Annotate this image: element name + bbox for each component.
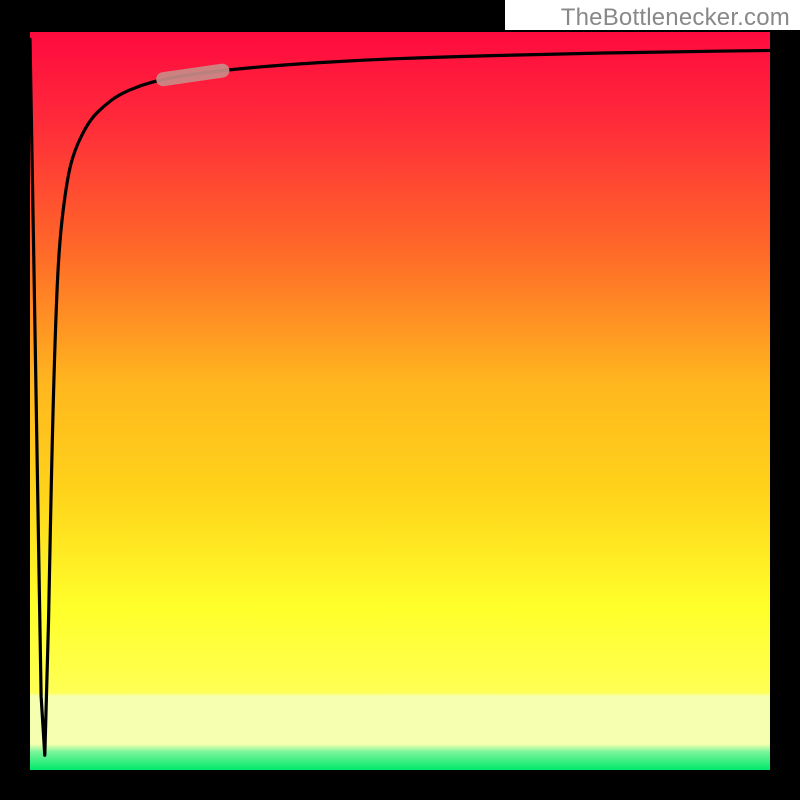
chart-container: TheBottlenecker.com [0, 0, 800, 800]
chart-svg [0, 0, 800, 800]
frame-bottom [0, 770, 800, 800]
frame-left [0, 0, 30, 800]
watermark-text: TheBottlenecker.com [561, 4, 790, 32]
frame-right [770, 0, 800, 800]
plot-background [30, 32, 770, 770]
